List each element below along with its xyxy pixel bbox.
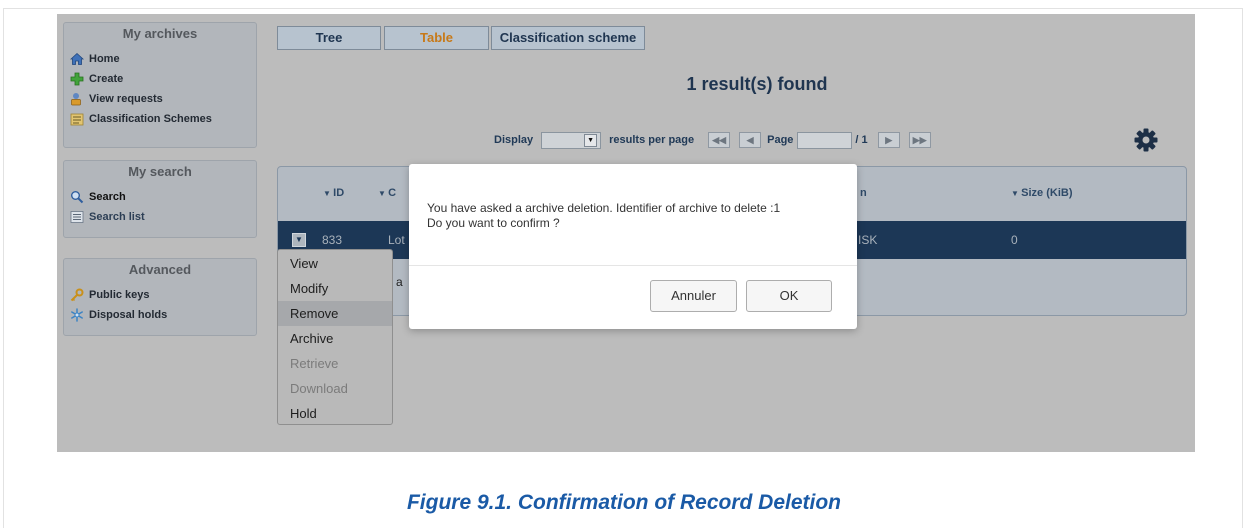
results-count: 1 result(s) found xyxy=(686,74,828,94)
last-page-icon[interactable]: ▶▶ xyxy=(908,132,931,148)
page-label: Page xyxy=(767,134,794,146)
confirm-delete-dialog: You have asked a archive deletion. Ident… xyxy=(409,164,857,329)
first-page-icon[interactable]: ◀◀ xyxy=(708,132,731,148)
menu-item-hold[interactable]: Hold xyxy=(278,401,392,426)
menu-item-remove[interactable]: Remove xyxy=(278,301,392,326)
row-context-menu: View Modify Remove Archive Retrieve Down… xyxy=(277,249,393,425)
folder-tree-icon xyxy=(70,112,84,126)
sidebar-item-disposal-holds[interactable]: Disposal holds xyxy=(70,305,250,325)
sort-down-icon: ▼ xyxy=(378,189,389,198)
sidebar-item-search[interactable]: Search xyxy=(70,187,250,207)
dropdown-arrow-icon: ▼ xyxy=(584,133,598,147)
display-label: Display xyxy=(494,134,534,146)
sidebar-item-search-list[interactable]: Search list xyxy=(70,207,250,227)
tab-classification-scheme[interactable]: Classification scheme xyxy=(491,26,645,50)
my-search-panel: My search Search Search list xyxy=(63,160,257,238)
column-header-size[interactable]: ▼ Size (KiB) xyxy=(1011,187,1072,199)
cell-size: 0 xyxy=(1011,233,1018,247)
pagination-bar: Display ▼ results per page ◀◀ ◀ Page / 1… xyxy=(494,129,931,151)
gear-icon[interactable] xyxy=(1133,127,1159,153)
cell-id: 833 xyxy=(322,233,343,247)
my-archives-title: My archives xyxy=(122,26,198,41)
my-archives-panel: My archives Home Create View requests Cl… xyxy=(63,22,257,148)
sidebar-item-create[interactable]: Create xyxy=(70,69,250,89)
menu-item-modify[interactable]: Modify xyxy=(278,276,392,301)
advanced-title: Advanced xyxy=(128,262,192,277)
dialog-body: You have asked a archive deletion. Ident… xyxy=(409,164,857,266)
row-menu-toggle-icon[interactable]: ▼ xyxy=(292,233,306,247)
key-icon xyxy=(70,288,84,302)
plus-icon xyxy=(70,72,84,86)
sidebar-item-home[interactable]: Home xyxy=(69,49,250,69)
next-page-icon[interactable]: ▶ xyxy=(877,132,900,148)
menu-item-download: Download xyxy=(290,381,348,396)
sidebar-item-label: Home xyxy=(89,53,120,65)
sidebar-item-label: Search xyxy=(89,191,126,203)
my-search-title: My search xyxy=(128,164,192,179)
sidebar-item-label: Classification Schemes xyxy=(89,113,212,125)
menu-item-archive[interactable]: Archive xyxy=(278,326,392,351)
application-screenshot: My archives Home Create View requests Cl… xyxy=(57,14,1195,452)
snowflake-icon xyxy=(70,308,84,322)
search-icon xyxy=(70,190,84,204)
cell-col3: ISK xyxy=(858,233,878,247)
sidebar-item-public-keys[interactable]: Public keys xyxy=(70,285,250,305)
page-number-input[interactable] xyxy=(797,131,853,149)
column-header-c[interactable]: ▼ C xyxy=(378,187,396,199)
menu-item-retrieve: Retrieve xyxy=(290,356,339,371)
page-total: / 1 xyxy=(855,134,868,146)
home-icon xyxy=(69,52,85,66)
sidebar-item-label: View requests xyxy=(89,93,163,105)
sidebar-item-view-requests[interactable]: View requests xyxy=(70,89,250,109)
tab-table[interactable]: Table xyxy=(384,26,489,50)
list-icon xyxy=(70,210,84,224)
tab-tree[interactable]: Tree xyxy=(277,26,381,50)
sort-down-icon: ▼ xyxy=(323,189,334,198)
dialog-message-line-2: Do you want to confirm ? xyxy=(427,216,560,230)
column-header-n[interactable]: n xyxy=(860,187,867,199)
sidebar-item-label: Disposal holds xyxy=(89,309,168,321)
cancel-button[interactable]: Annuler xyxy=(650,280,737,312)
sidebar-item-classification-schemes[interactable]: Classification Schemes xyxy=(70,109,250,129)
sort-down-icon: ▼ xyxy=(1011,189,1022,198)
per-page-select[interactable]: ▼ xyxy=(541,131,602,149)
ok-button[interactable]: OK xyxy=(746,280,832,312)
advanced-panel: Advanced Public keys Disposal holds xyxy=(63,258,257,336)
column-header-id[interactable]: ▼ ID xyxy=(323,187,344,199)
previous-page-icon[interactable]: ◀ xyxy=(739,132,762,148)
figure-caption: Figure 9.1. Confirmation of Record Delet… xyxy=(406,491,842,514)
per-page-label: results per page xyxy=(609,134,695,146)
menu-item-view[interactable]: View xyxy=(278,251,392,276)
dialog-message-line-1: You have asked a archive deletion. Ident… xyxy=(427,201,781,215)
sidebar-item-label: Create xyxy=(89,73,124,85)
sidebar-item-label: Public keys xyxy=(89,289,150,301)
user-lock-icon xyxy=(70,92,84,106)
sidebar-item-label: Search list xyxy=(89,211,145,223)
cell-col2: Lot xyxy=(388,233,405,247)
